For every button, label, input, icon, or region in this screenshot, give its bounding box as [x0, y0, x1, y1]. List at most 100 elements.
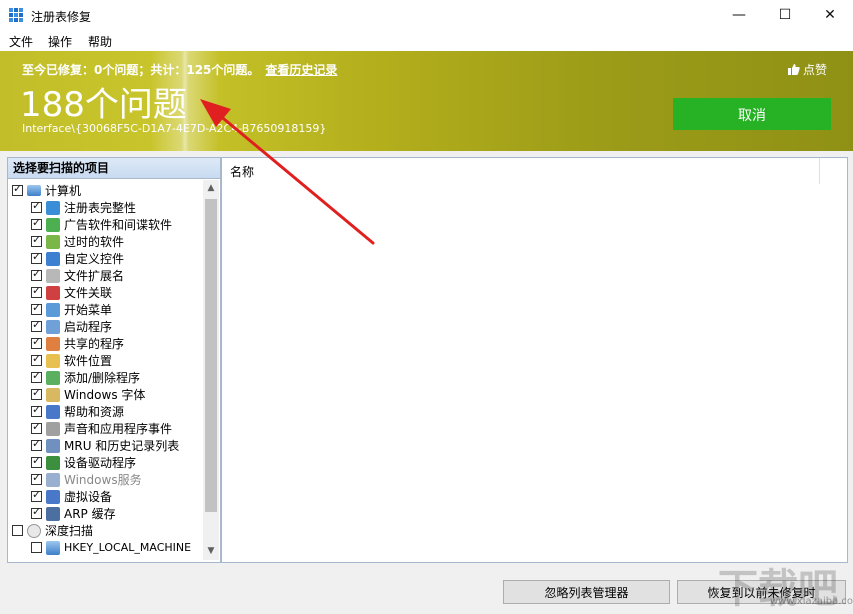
tree-item[interactable]: 启动程序 [31, 318, 112, 335]
checkbox[interactable] [31, 488, 42, 502]
help-icon [46, 404, 60, 419]
tree-item[interactable]: 广告软件和间谍软件 [31, 216, 172, 233]
tree-label: 计算机 [45, 184, 82, 198]
registry-key-icon [46, 540, 60, 555]
tree-label: 过时的软件 [64, 235, 125, 249]
checkbox[interactable] [31, 542, 42, 553]
history-link[interactable]: 查看历史记录 [265, 63, 337, 77]
tree-item[interactable]: 设备驱动程序 [31, 454, 136, 471]
arp-icon [46, 506, 60, 521]
cancel-button[interactable]: 取消 [673, 98, 831, 130]
checkbox[interactable] [31, 403, 42, 417]
tree-item[interactable]: 过时的软件 [31, 233, 124, 250]
scroll-up-arrow[interactable]: ▲ [203, 180, 219, 197]
scan-banner: 至今已修复：0个问题；共计：125个问题。 查看历史记录 188个问题 Inter… [0, 51, 853, 151]
tree-item[interactable]: Windows服务 [31, 471, 142, 488]
title-bar: 注册表修复 — ☐ ✕ [0, 0, 853, 31]
checkbox[interactable] [31, 199, 42, 213]
registry-icon [46, 200, 60, 215]
tree-label: 启动程序 [64, 320, 113, 334]
tree-item[interactable]: 注册表完整性 [31, 199, 136, 216]
column-name-label: 名称 [230, 165, 255, 179]
checkbox[interactable] [31, 267, 42, 281]
tree-label: 广告软件和间谍软件 [64, 218, 173, 232]
checkbox[interactable] [12, 182, 23, 196]
driver-icon [46, 455, 60, 470]
startup-icon [46, 319, 60, 334]
tree-scrollbar[interactable]: ▲ ▼ [203, 180, 219, 560]
checkbox[interactable] [31, 318, 42, 332]
checkbox[interactable] [31, 505, 42, 519]
tree-label: 软件位置 [64, 354, 113, 368]
trash-icon [46, 234, 60, 249]
font-icon [46, 387, 60, 402]
checkbox[interactable] [31, 250, 42, 264]
close-button[interactable]: ✕ [807, 0, 853, 31]
checkbox[interactable] [31, 420, 42, 434]
shared-icon [46, 336, 60, 351]
sound-icon [46, 421, 60, 436]
like-button[interactable]: 点赞 [787, 61, 827, 78]
tree-label: 添加/删除程序 [64, 371, 141, 385]
maximize-button[interactable]: ☐ [762, 0, 808, 31]
virtual-device-icon [46, 489, 60, 504]
folder-icon [46, 353, 60, 368]
thumbs-up-icon [787, 64, 800, 75]
tree-label: 共享的程序 [64, 337, 125, 351]
menu-operate[interactable]: 操作 [48, 33, 72, 50]
tree-label: ARP 缓存 [64, 507, 116, 521]
checkbox[interactable] [31, 301, 42, 315]
checkbox[interactable] [31, 386, 42, 400]
column-header-name[interactable]: 名称 [222, 158, 820, 184]
tree-item[interactable]: MRU 和历史记录列表 [31, 437, 179, 454]
tree-item[interactable]: 帮助和资源 [31, 403, 124, 420]
checkbox[interactable] [31, 471, 42, 485]
tree-item[interactable]: 添加/删除程序 [31, 369, 140, 386]
controls-icon [46, 251, 60, 266]
history-icon [46, 438, 60, 453]
tree-label: 文件关联 [64, 286, 113, 300]
recycle-icon [46, 370, 60, 385]
menu-help[interactable]: 帮助 [88, 33, 112, 50]
checkbox[interactable] [31, 335, 42, 349]
ignore-list-button[interactable]: 忽略列表管理器 [503, 580, 670, 604]
checkbox[interactable] [31, 216, 42, 230]
tree-label: 虚拟设备 [64, 490, 113, 504]
tree-item[interactable]: 文件扩展名 [31, 267, 124, 284]
scan-items-tree: 计算机 注册表完整性广告软件和间谍软件过时的软件自定义控件文件扩展名文件关联开始… [8, 180, 202, 560]
tree-label: 注册表完整性 [64, 201, 137, 215]
scroll-thumb[interactable] [205, 199, 217, 512]
tree-item[interactable]: 软件位置 [31, 352, 112, 369]
tree-item[interactable]: 声音和应用程序事件 [31, 420, 172, 437]
tree-label: MRU 和历史记录列表 [64, 439, 180, 453]
minimize-button[interactable]: — [716, 0, 762, 31]
tree-item[interactable]: ARP 缓存 [31, 505, 116, 522]
results-list[interactable]: 名称 [221, 157, 848, 563]
watermark-url: www.xiazaiba.com [770, 596, 853, 607]
scroll-down-arrow[interactable]: ▼ [203, 543, 219, 560]
tree-label: Windows服务 [64, 473, 142, 487]
like-label: 点赞 [802, 63, 827, 77]
checkbox[interactable] [31, 233, 42, 247]
checkbox[interactable] [31, 284, 42, 298]
checkbox[interactable] [31, 454, 42, 468]
tree-item-deep-scan[interactable]: 深度扫描 [12, 522, 93, 539]
tree-label: 开始菜单 [64, 303, 113, 317]
tree-label: Windows 字体 [64, 388, 146, 402]
tree-item[interactable]: 文件关联 [31, 284, 112, 301]
checkbox[interactable] [12, 525, 23, 536]
tree-item-hklm[interactable]: HKEY_LOCAL_MACHINE [31, 539, 191, 556]
tree-item-computer[interactable]: 计算机 [12, 182, 81, 199]
tree-item[interactable]: Windows 字体 [31, 386, 145, 403]
scan-items-header: 选择要扫描的项目 [8, 158, 220, 179]
shield-icon [46, 217, 60, 232]
checkbox[interactable] [31, 369, 42, 383]
checkbox[interactable] [31, 352, 42, 366]
tree-item[interactable]: 开始菜单 [31, 301, 112, 318]
tree-label: 自定义控件 [64, 252, 125, 266]
checkbox[interactable] [31, 437, 42, 451]
tree-item[interactable]: 共享的程序 [31, 335, 124, 352]
tree-item[interactable]: 虚拟设备 [31, 488, 112, 505]
menu-file[interactable]: 文件 [9, 33, 33, 50]
tree-item[interactable]: 自定义控件 [31, 250, 124, 267]
